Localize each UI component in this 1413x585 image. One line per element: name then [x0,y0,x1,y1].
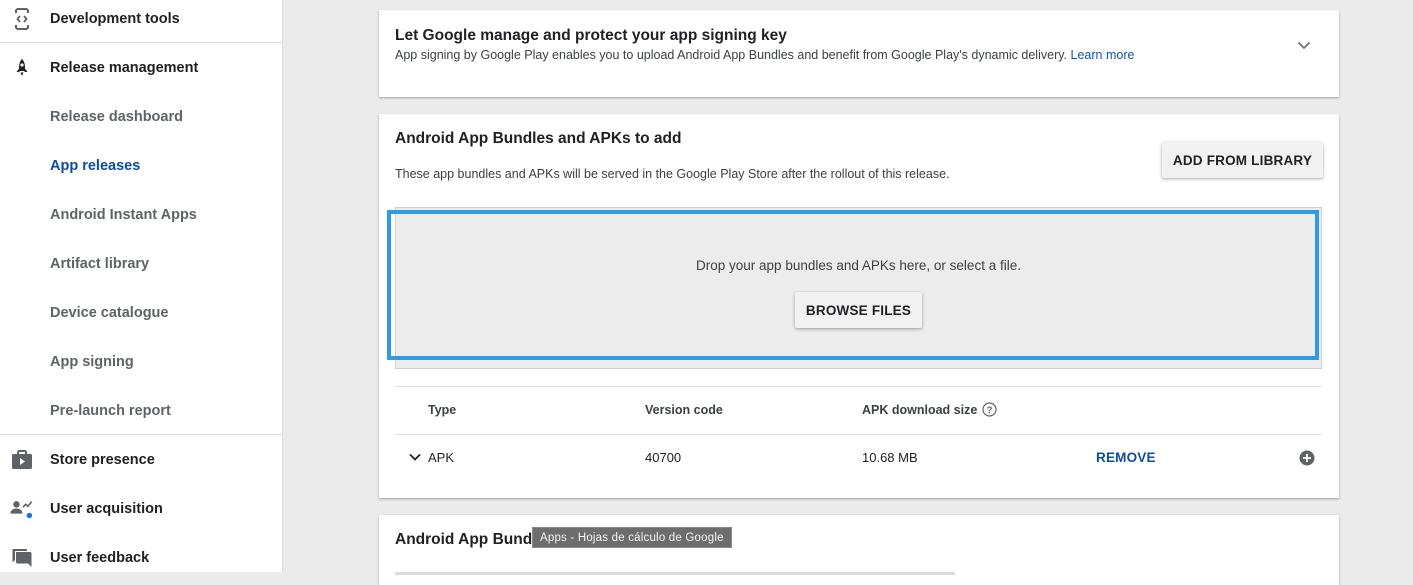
app-signing-description: App signing by Google Play enables you t… [395,48,1134,62]
column-header-download-size-label: APK download size [862,402,978,417]
column-header-download-size: APK download size ? [862,402,997,417]
sidebar-item-label: Pre-launch report [50,402,171,419]
table-divider [395,386,1322,387]
sidebar-item-pre-launch-report[interactable]: Pre-launch report [0,386,282,435]
sidebar-item-app-signing[interactable]: App signing [0,337,282,386]
person-chart-icon [10,497,34,521]
sidebar-item-user-acquisition[interactable]: User acquisition [0,484,282,533]
sidebar-item-label: User feedback [50,549,150,566]
row-type: APK [428,450,455,465]
bundles-title: Android App Bundles and APKs to add [395,130,682,147]
column-header-version-code: Version code [645,403,723,417]
code-brackets-icon [10,7,34,31]
sidebar-item-store-presence[interactable]: Store presence [0,435,282,484]
dropzone-text: Drop your app bundles and APKs here, or … [696,258,1021,273]
sidebar-item-label: Store presence [50,451,155,468]
bundles-description: These app bundles and APKs will be serve… [395,167,950,181]
sidebar-item-device-catalogue[interactable]: Device catalogue [0,288,282,337]
sidebar-item-artifact-library[interactable]: Artifact library [0,239,282,288]
sidebar-item-label: Artifact library [50,255,150,272]
sidebar-item-user-feedback[interactable]: User feedback [0,533,282,572]
table-divider [395,434,1322,435]
tooltip: Apps - Hojas de cálculo de Google [532,527,732,548]
bundles-secondary-title: Android App Bundle [395,531,546,548]
add-from-library-button[interactable]: ADD FROM LIBRARY [1162,142,1323,178]
chevron-down-icon[interactable] [408,450,422,464]
sidebar-item-label: App signing [50,353,134,370]
sidebar-item-development-tools[interactable]: Development tools [0,0,282,43]
sidebar-item-label: Development tools [50,10,180,27]
sidebar-item-label: User acquisition [50,500,163,517]
help-icon[interactable]: ? [982,402,997,417]
bundles-card: Android App Bundles and APKs to add Thes… [379,114,1339,498]
sidebar-item-release-dashboard[interactable]: Release dashboard [0,92,282,141]
chevron-down-icon[interactable] [1295,36,1313,54]
sidebar-item-label: Release dashboard [50,108,183,125]
app-signing-title: Let Google manage and protect your app s… [395,27,787,44]
sidebar: Development tools Release management Rel… [0,0,283,572]
sidebar-item-release-management[interactable]: Release management [0,43,282,92]
bundles-secondary-description-clipped [395,567,995,575]
column-header-type: Type [428,403,457,417]
add-circle-icon[interactable] [1299,450,1315,466]
shopping-bag-icon [10,448,34,472]
learn-more-link[interactable]: Learn more [1071,48,1135,62]
browse-files-button[interactable]: BROWSE FILES [795,292,922,328]
app-signing-description-text: App signing by Google Play enables you t… [395,48,1068,62]
bundles-card-secondary: Android App Bundle [379,515,1339,585]
app-signing-card: Let Google manage and protect your app s… [379,10,1339,97]
chat-bubble-icon [10,546,34,570]
remove-button[interactable]: REMOVE [1096,450,1156,465]
sidebar-item-app-releases[interactable]: App releases [0,141,282,190]
sidebar-item-label: Device catalogue [50,304,169,321]
sidebar-item-label: App releases [50,157,141,174]
upload-dropzone[interactable]: Drop your app bundles and APKs here, or … [395,207,1322,369]
rocket-icon [10,56,34,80]
row-version-code: 40700 [645,450,682,465]
svg-text:?: ? [987,405,993,416]
sidebar-item-label: Android Instant Apps [50,206,197,223]
sidebar-item-label: Release management [50,59,199,76]
clipped-text-line [395,572,955,575]
sidebar-item-android-instant-apps[interactable]: Android Instant Apps [0,190,282,239]
row-download-size: 10.68 MB [862,450,918,465]
